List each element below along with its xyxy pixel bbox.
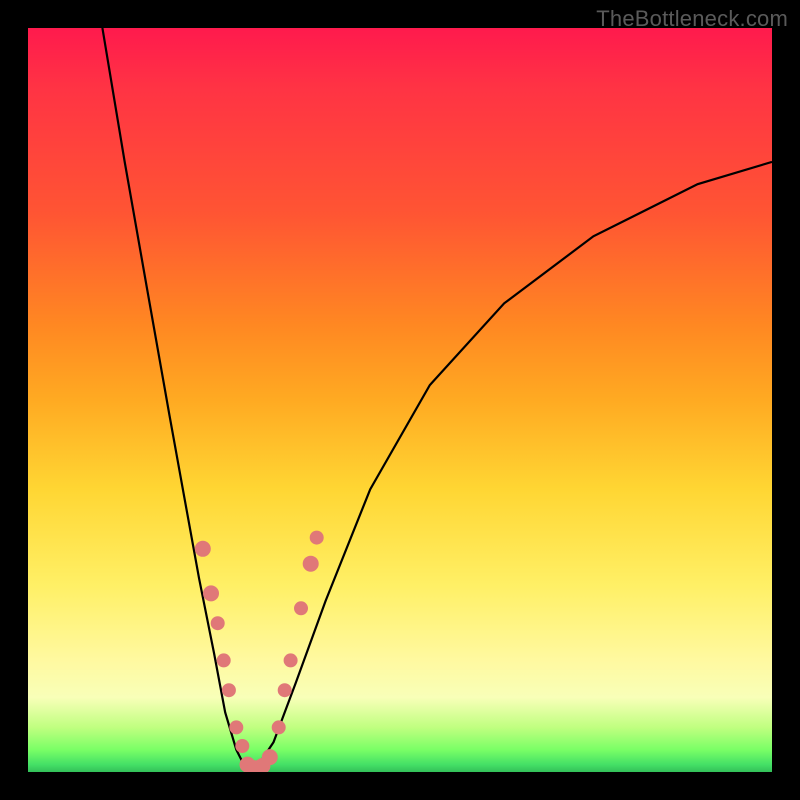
curve-marker: [211, 616, 225, 630]
curve-right: [251, 162, 772, 772]
curve-marker: [229, 720, 243, 734]
curve-marker: [203, 585, 219, 601]
chart-frame: TheBottleneck.com: [0, 0, 800, 800]
curve-marker: [272, 720, 286, 734]
curve-marker: [222, 683, 236, 697]
curve-marker: [278, 683, 292, 697]
chart-svg: [28, 28, 772, 772]
curve-marker: [195, 541, 211, 557]
curve-marker: [310, 531, 324, 545]
curve-marker: [303, 556, 319, 572]
curve-marker: [217, 653, 231, 667]
watermark-text: TheBottleneck.com: [596, 6, 788, 32]
curve-marker: [294, 601, 308, 615]
plot-area: [28, 28, 772, 772]
curve-marker: [262, 749, 278, 765]
curve-marker: [235, 739, 249, 753]
curve-marker: [284, 653, 298, 667]
